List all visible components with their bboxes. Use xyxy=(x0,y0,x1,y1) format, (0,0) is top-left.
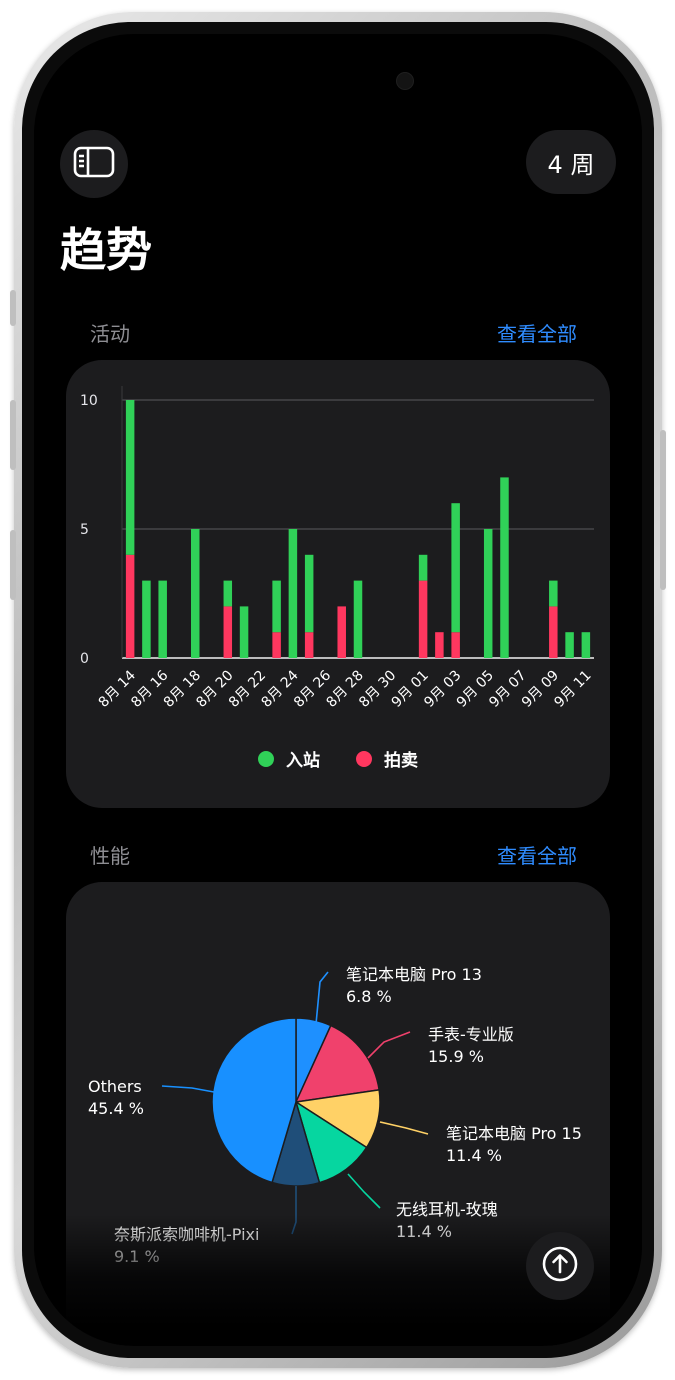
bar-auction xyxy=(304,632,314,658)
bar-auction xyxy=(125,554,135,658)
bar-inbound xyxy=(451,503,460,633)
bar-inbound xyxy=(483,529,493,658)
activity-view-all-link[interactable]: 查看全部 xyxy=(497,318,577,347)
pie-slice-value: 11.4 % xyxy=(446,1146,502,1165)
bar-inbound xyxy=(304,554,314,633)
front-camera xyxy=(396,72,414,90)
y-tick-label: 10 xyxy=(80,393,98,409)
period-selector-button[interactable]: 4 周 xyxy=(526,130,616,194)
volume-up-button xyxy=(10,400,16,470)
bar-inbound xyxy=(158,580,167,658)
pie-slice-value: 15.9 % xyxy=(428,1047,484,1066)
bar-inbound xyxy=(125,400,135,555)
sidebar-icon xyxy=(73,146,115,182)
bar-inbound xyxy=(239,606,249,658)
legend-item-inbound: 入站 xyxy=(258,746,320,771)
pie-slice-label: Others xyxy=(88,1077,142,1096)
bar-inbound xyxy=(288,529,298,658)
activity-card: 0 5 10 8月 14 8月 16 8月 18 8月 20 8月 22 8月 24 8月 26 8… xyxy=(66,360,610,808)
bar-auction xyxy=(435,632,444,658)
legend-item-auction: 拍卖 xyxy=(356,746,418,771)
leader-line xyxy=(315,971,329,1025)
bar-auction xyxy=(272,632,281,658)
pie-slice-label: 手表-专业版 xyxy=(428,1025,514,1044)
performance-view-all-link[interactable]: 查看全部 xyxy=(497,840,577,869)
leader-line xyxy=(367,1031,411,1059)
x-tick-label: 9月 11 xyxy=(551,668,594,711)
pie-slice-label: 笔记本电脑 Pro 13 xyxy=(346,965,482,984)
legend-inbound-label: 入站 xyxy=(286,751,320,771)
bar-auction xyxy=(418,580,428,658)
bar-inbound xyxy=(581,632,591,658)
bar-inbound xyxy=(190,529,200,658)
page-title: 趋势 xyxy=(60,223,152,277)
legend-auction-swatch xyxy=(356,750,372,767)
arrow-up-circle-icon xyxy=(540,1244,580,1288)
power-button xyxy=(660,430,666,590)
volume-down-button xyxy=(10,530,16,600)
pie-slice-label: 笔记本电脑 Pro 15 xyxy=(446,1124,582,1143)
pie-slice-value: 6.8 % xyxy=(346,987,392,1006)
bar-inbound xyxy=(272,580,281,633)
legend-auction-label: 拍卖 xyxy=(384,751,418,771)
bar-inbound xyxy=(142,580,151,658)
bar-inbound xyxy=(549,580,558,607)
leader-line xyxy=(347,1173,381,1209)
activity-bar-chart: 05108月 148月 168月 188月 208月 228月 248月 268… xyxy=(80,386,595,711)
sidebar-toggle-button[interactable] xyxy=(60,130,128,198)
action-button xyxy=(10,290,16,326)
bar-inbound xyxy=(418,554,428,581)
screen: 4 周 趋势 活动 查看全部 0 5 10 8月 14 8月 16 8月 18 8月 20 8… xyxy=(34,34,642,1346)
y-tick-label: 5 xyxy=(80,522,89,538)
bar-inbound xyxy=(223,580,233,607)
bar-auction xyxy=(223,606,233,658)
y-tick-label: 0 xyxy=(80,651,89,667)
legend-inbound-swatch xyxy=(258,750,274,767)
performance-section-label: 性能 xyxy=(90,844,130,868)
bar-inbound xyxy=(565,632,574,658)
leader-line xyxy=(379,1121,429,1135)
activity-section-label: 活动 xyxy=(90,322,130,346)
pie-slice-value: 45.4 % xyxy=(88,1099,144,1118)
bar-auction xyxy=(337,606,346,658)
scroll-to-top-button[interactable] xyxy=(526,1232,594,1300)
bar-inbound xyxy=(500,477,509,658)
leader-line xyxy=(161,1085,215,1093)
bar-auction xyxy=(451,632,460,658)
bar-auction xyxy=(549,606,558,658)
bar-inbound xyxy=(353,580,363,658)
period-label: 4 周 xyxy=(547,150,595,179)
